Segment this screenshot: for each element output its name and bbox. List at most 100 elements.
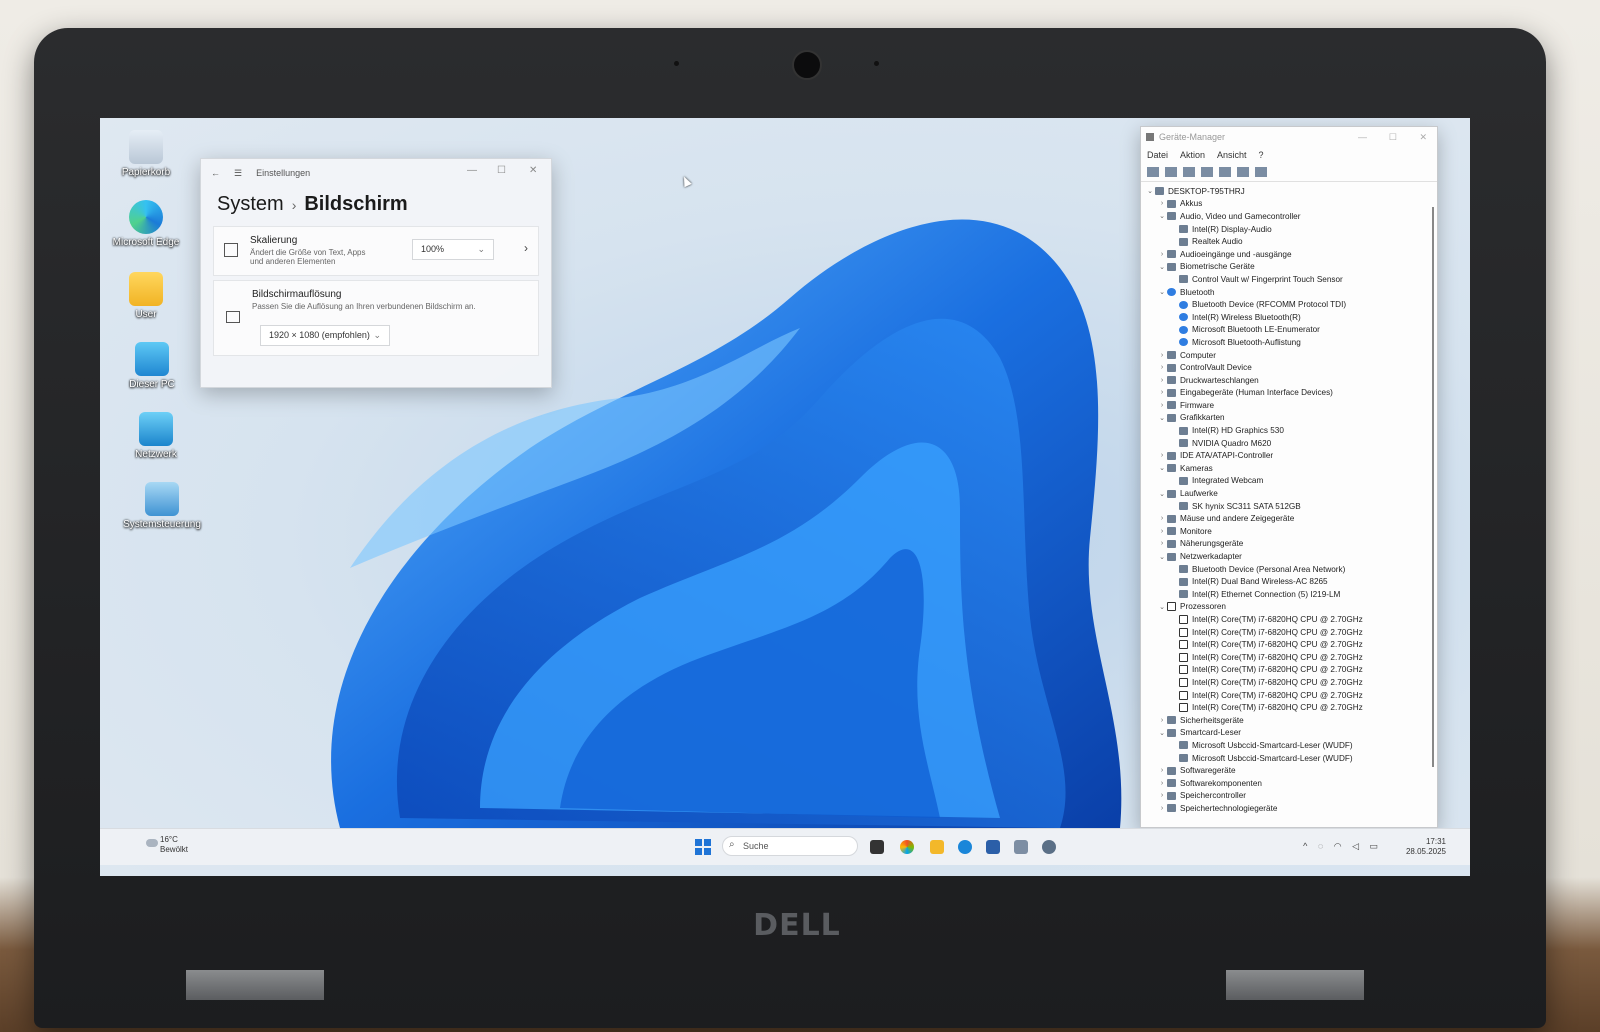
tree-node[interactable]: ⌄ Laufwerke [1141, 487, 1437, 500]
menu-file[interactable]: Datei [1147, 150, 1168, 160]
settings-gear-icon[interactable] [1042, 840, 1056, 854]
tree-node[interactable]: › Näherungsgeräte [1141, 538, 1437, 551]
scrollbar[interactable] [1432, 207, 1434, 767]
tree-node[interactable]: Intel(R) Core(TM) i7-6820HQ CPU @ 2.70GH… [1141, 676, 1437, 689]
tree-node[interactable]: › Sicherheitsgeräte [1141, 714, 1437, 727]
chevron-down-icon[interactable]: ⌄ [1157, 212, 1167, 220]
chevron-right-icon[interactable]: › [1157, 452, 1167, 459]
tree-node[interactable]: › Firmware [1141, 399, 1437, 412]
settings-window[interactable]: ← ☰ Einstellungen — ☐ ✕ System › Bildschir… [200, 158, 552, 388]
desktop-icon-user[interactable]: User [106, 272, 186, 320]
tree-node[interactable]: › Monitore [1141, 525, 1437, 538]
tree-node[interactable]: Microsoft Usbccid-Smartcard-Leser (WUDF) [1141, 739, 1437, 752]
chevron-right-icon[interactable]: › [1157, 780, 1167, 787]
scaling-card[interactable]: Skalierung Ändert die Größe von Text, Ap… [213, 226, 539, 276]
store-icon[interactable] [986, 840, 1000, 854]
tree-node[interactable]: ⌄ Netzwerkadapter [1141, 550, 1437, 563]
tree-node[interactable]: ⌄ Biometrische Geräte [1141, 261, 1437, 274]
chevron-right-icon[interactable]: › [1157, 389, 1167, 396]
desktop-icon-network[interactable]: Netzwerk [116, 412, 196, 460]
tree-node[interactable]: Intel(R) Wireless Bluetooth(R) [1141, 311, 1437, 324]
tree-node[interactable]: Intel(R) Core(TM) i7-6820HQ CPU @ 2.70GH… [1141, 638, 1437, 651]
clock[interactable]: 17:31 28.05.2025 [1406, 837, 1446, 857]
tree-node[interactable]: Microsoft Bluetooth LE-Enumerator [1141, 324, 1437, 337]
menu-help[interactable]: ? [1259, 150, 1264, 160]
chevron-right-icon[interactable]: › [1157, 377, 1167, 384]
weather-widget[interactable]: 16°C Bewölkt [160, 835, 188, 855]
view-icon[interactable] [1219, 167, 1231, 177]
scan-icon[interactable] [1237, 167, 1249, 177]
resolution-dropdown[interactable]: 1920 × 1080 (empfohlen) ⌄ [260, 325, 390, 346]
tree-node[interactable]: › Softwaregeräte [1141, 764, 1437, 777]
tree-node[interactable]: Intel(R) Core(TM) i7-6820HQ CPU @ 2.70GH… [1141, 701, 1437, 714]
tree-node[interactable]: Integrated Webcam [1141, 475, 1437, 488]
tree-node[interactable]: › Audioeingänge und -ausgänge [1141, 248, 1437, 261]
chevron-right-icon[interactable]: › [1157, 528, 1167, 535]
tree-node[interactable]: › IDE ATA/ATAPI-Controller [1141, 449, 1437, 462]
minimize-icon[interactable]: — [467, 165, 477, 176]
tree-node[interactable]: Control Vault w/ Fingerprint Touch Senso… [1141, 273, 1437, 286]
chevron-right-icon[interactable]: › [1157, 200, 1167, 207]
chevron-right-icon[interactable]: › [1157, 540, 1167, 547]
tree-node[interactable]: ⌄ Audio, Video und Gamecontroller [1141, 210, 1437, 223]
tree-node[interactable]: › Mäuse und andere Zeigegeräte [1141, 512, 1437, 525]
tree-node[interactable]: Bluetooth Device (Personal Area Network) [1141, 563, 1437, 576]
menu-action[interactable]: Aktion [1180, 150, 1205, 160]
chevron-right-icon[interactable]: › [1157, 717, 1167, 724]
tree-node[interactable]: › Computer [1141, 349, 1437, 362]
hamburger-menu-icon[interactable]: ☰ [234, 168, 242, 179]
tree-node[interactable]: › Akkus [1141, 198, 1437, 211]
search-box[interactable]: ⌕ Suche [722, 836, 858, 856]
tree-node[interactable]: Intel(R) Core(TM) i7-6820HQ CPU @ 2.70GH… [1141, 689, 1437, 702]
minimize-icon[interactable]: — [1358, 132, 1367, 142]
chevron-down-icon[interactable]: ⌄ [1157, 288, 1167, 296]
forward-icon[interactable] [1165, 167, 1177, 177]
tree-node[interactable]: ⌄ Prozessoren [1141, 601, 1437, 614]
resolution-card[interactable]: Bildschirmauflösung Passen Sie die Auflö… [213, 280, 539, 356]
tree-node[interactable]: Intel(R) Dual Band Wireless-AC 8265 [1141, 575, 1437, 588]
tree-node[interactable]: ⌄ Grafikkarten [1141, 412, 1437, 425]
properties-icon[interactable] [1183, 167, 1195, 177]
chevron-down-icon[interactable]: ⌄ [1157, 464, 1167, 472]
tree-node[interactable]: Intel(R) Core(TM) i7-6820HQ CPU @ 2.70GH… [1141, 651, 1437, 664]
chevron-right-icon[interactable]: › [1157, 792, 1167, 799]
chevron-down-icon[interactable]: ⌄ [1157, 603, 1167, 611]
scaling-dropdown[interactable]: 100% ⌄ [412, 239, 494, 260]
maximize-icon[interactable]: ☐ [497, 165, 506, 176]
monitor-icon[interactable] [1255, 167, 1267, 177]
desktop-icon-recycle-bin[interactable]: Papierkorb [106, 130, 186, 178]
tree-node[interactable]: Intel(R) HD Graphics 530 [1141, 424, 1437, 437]
copilot-icon[interactable] [900, 840, 914, 854]
chevron-right-icon[interactable]: › [1157, 364, 1167, 371]
close-icon[interactable]: ✕ [529, 165, 537, 176]
desktop-icon-control-panel[interactable]: Systemsteuerung [122, 482, 202, 530]
tree-node[interactable]: NVIDIA Quadro M620 [1141, 437, 1437, 450]
chevron-down-icon[interactable]: ⌄ [1145, 187, 1155, 195]
tree-node[interactable]: › Speichertechnologiegeräte [1141, 802, 1437, 815]
tree-node[interactable]: Intel(R) Core(TM) i7-6820HQ CPU @ 2.70GH… [1141, 613, 1437, 626]
tree-node[interactable]: Intel(R) Ethernet Connection (5) I219-LM [1141, 588, 1437, 601]
tree-node[interactable]: Intel(R) Core(TM) i7-6820HQ CPU @ 2.70GH… [1141, 626, 1437, 639]
help-icon[interactable] [1201, 167, 1213, 177]
tree-node[interactable]: Bluetooth Device (RFCOMM Protocol TDI) [1141, 298, 1437, 311]
tree-node[interactable]: ⌄ Bluetooth [1141, 286, 1437, 299]
maximize-icon[interactable]: ☐ [1389, 132, 1397, 143]
tree-node[interactable]: ⌄ Smartcard-Leser [1141, 727, 1437, 740]
chevron-down-icon[interactable]: ⌄ [1157, 553, 1167, 561]
system-tray-icons[interactable]: ^ ◌ ◠ ◁ ▭ [1303, 841, 1382, 852]
edge-icon[interactable] [958, 840, 972, 854]
chevron-right-icon[interactable]: › [1157, 402, 1167, 409]
tree-node[interactable]: › Speichercontroller [1141, 790, 1437, 803]
back-icon[interactable] [1147, 167, 1159, 177]
chevron-right-icon[interactable]: › [1157, 767, 1167, 774]
tree-node[interactable]: Microsoft Usbccid-Smartcard-Leser (WUDF) [1141, 752, 1437, 765]
chevron-right-icon[interactable]: › [524, 241, 528, 255]
chevron-right-icon[interactable]: › [1157, 515, 1167, 522]
tree-node[interactable]: Intel(R) Core(TM) i7-6820HQ CPU @ 2.70GH… [1141, 664, 1437, 677]
chevron-down-icon[interactable]: ⌄ [1157, 490, 1167, 498]
tree-node[interactable]: Microsoft Bluetooth-Auflistung [1141, 336, 1437, 349]
tree-node[interactable]: ⌄ DESKTOP-T95THRJ [1141, 185, 1437, 198]
chevron-right-icon[interactable]: › [1157, 805, 1167, 812]
chevron-down-icon[interactable]: ⌄ [1157, 263, 1167, 271]
tree-node[interactable]: › Eingabegeräte (Human Interface Devices) [1141, 387, 1437, 400]
